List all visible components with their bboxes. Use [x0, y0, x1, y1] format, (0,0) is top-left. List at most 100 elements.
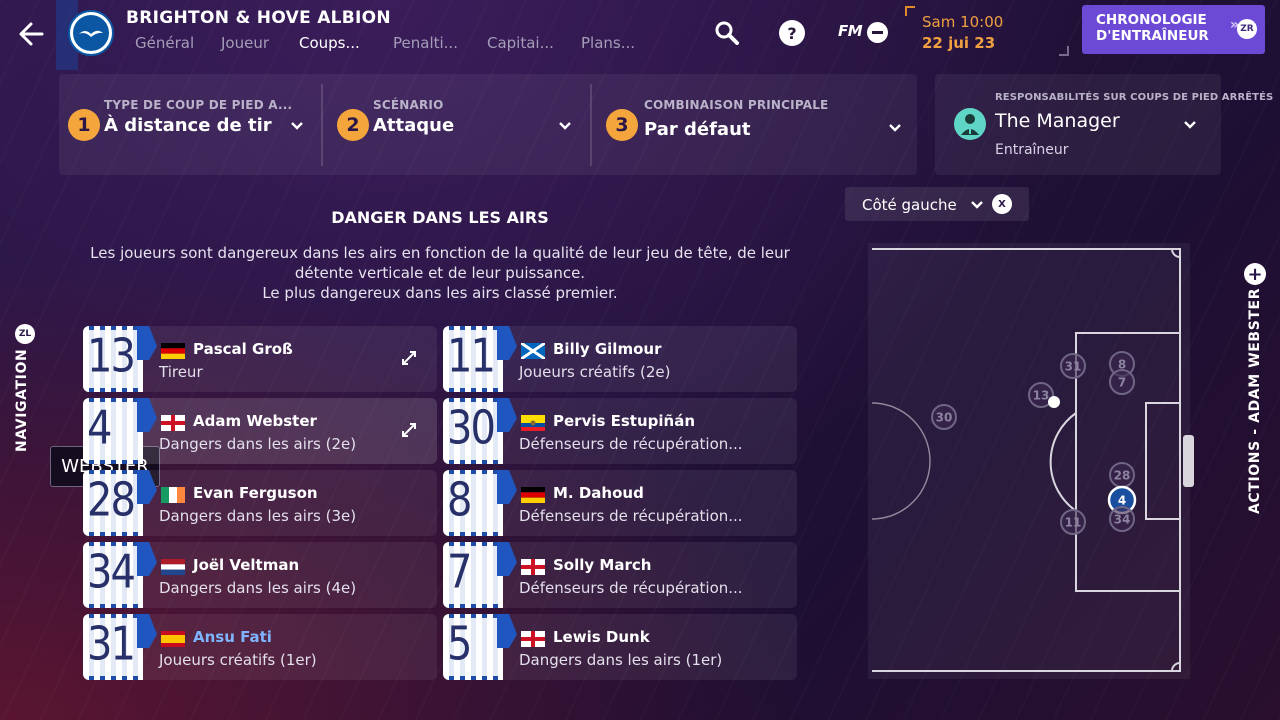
player-name[interactable]: Billy Gilmour: [553, 340, 661, 358]
player-role: Défenseurs de récupération...: [519, 507, 743, 525]
player-name[interactable]: Pascal Groß: [193, 340, 293, 358]
expand-icon[interactable]: [401, 422, 417, 438]
shirt-icon: 4: [83, 398, 159, 464]
pitch-diagram: 31 8 7 13 30 28 4 34 11: [868, 243, 1190, 679]
ecuador-flag-icon: [521, 415, 545, 431]
player-name[interactable]: Joël Veltman: [193, 556, 299, 574]
tab-penaltis[interactable]: Penalti...: [384, 34, 478, 52]
player-name[interactable]: Evan Ferguson: [193, 484, 318, 502]
player-name[interactable]: Solly March: [553, 556, 651, 574]
shirt-icon: 5: [443, 614, 519, 680]
clear-side-button[interactable]: X: [992, 194, 1012, 214]
tab-bar: Général Joueur Coups... Penalti... Capit…: [126, 34, 682, 52]
zl-badge[interactable]: ZL: [15, 324, 35, 344]
step-badge: 1: [68, 109, 100, 141]
player-card[interactable]: 34 Joël Veltman Dangers dans les airs (4e): [83, 542, 437, 608]
player-name[interactable]: Lewis Dunk: [553, 628, 650, 646]
combination-value: Par défaut: [644, 119, 751, 140]
help-icon[interactable]: ?: [779, 20, 805, 46]
player-marker-30[interactable]: 30: [931, 404, 957, 430]
section-desc-line: Les joueurs sont dangereux dans les airs…: [90, 244, 790, 262]
chevron-down-icon: [291, 122, 303, 130]
player-card[interactable]: 30 Pervis Estupiñán Défenseurs de récupéra…: [443, 398, 797, 464]
player-card[interactable]: 13 Pascal Groß Tireur: [83, 326, 437, 392]
pitch-scrollbar[interactable]: [1183, 435, 1194, 487]
corner-arc: [1171, 248, 1181, 258]
tab-coups[interactable]: Coups...: [290, 34, 384, 52]
shirt-icon: 7: [443, 542, 519, 608]
player-marker-number: 11: [1065, 516, 1082, 530]
player-marker-number: 13: [1033, 389, 1050, 403]
player-marker-number: 7: [1118, 376, 1126, 390]
player-card[interactable]: 8 M. Dahoud Défenseurs de récupération...: [443, 470, 797, 536]
main-combination-dropdown[interactable]: 3 COMBINAISON PRINCIPALE Par défaut: [605, 92, 910, 152]
player-role: Dangers dans les airs (3e): [159, 507, 357, 525]
shirt-icon: 8: [443, 470, 519, 536]
kick-type-dropdown[interactable]: 1 TYPE DE COUP DE PIED A... À distance d…: [67, 92, 312, 152]
chevron-down-icon: [971, 201, 983, 209]
divider: [590, 84, 592, 166]
current-date: 22 jui 23: [922, 34, 996, 52]
shirt-number: 5: [447, 618, 472, 671]
player-role: Joueurs créatifs (2e): [519, 363, 671, 381]
player-name[interactable]: Ansu Fati: [193, 628, 272, 646]
player-marker-number: 4: [1118, 494, 1126, 508]
player-card[interactable]: 11 Billy Gilmour Joueurs créatifs (2e): [443, 326, 797, 392]
club-name[interactable]: BRIGHTON & HOVE ALBION: [126, 8, 391, 28]
back-arrow-icon: [19, 22, 44, 46]
combination-label: COMBINAISON PRINCIPALE: [644, 98, 829, 112]
actions-panel-toggle[interactable]: ACTIONS - ADAM WEBSTER: [1247, 288, 1263, 514]
shirt-icon: 34: [83, 542, 159, 608]
back-button[interactable]: [14, 16, 50, 52]
player-marker-11[interactable]: 11: [1060, 509, 1086, 535]
shirt-number: 28: [87, 474, 136, 527]
fm-logo[interactable]: FM: [838, 22, 863, 40]
player-marker-34[interactable]: 34: [1109, 506, 1135, 532]
shirt-number: 7: [447, 546, 472, 599]
player-name[interactable]: M. Dahoud: [553, 484, 644, 502]
scenario-label: SCÉNARIO: [373, 98, 444, 112]
chevron-down-icon: [889, 124, 901, 132]
player-card[interactable]: 4 Adam Webster Dangers dans les airs (2e): [83, 398, 437, 464]
shirt-icon: 31: [83, 614, 159, 680]
shirt-number: 31: [87, 618, 136, 671]
scenario-dropdown[interactable]: 2 SCÉNARIO Attaque: [336, 92, 581, 152]
center-circle: [871, 402, 931, 520]
shirt-icon: 28: [83, 470, 159, 536]
plus-icon[interactable]: +: [1244, 263, 1266, 285]
step-badge: 2: [337, 109, 369, 141]
player-role: Dangers dans les airs (4e): [159, 579, 357, 597]
player-marker-7[interactable]: 7: [1109, 369, 1135, 395]
step-badge: 3: [606, 109, 638, 141]
player-name[interactable]: Adam Webster: [193, 412, 317, 430]
section-title: DANGER DANS LES AIRS: [331, 208, 549, 227]
coach-timeline-button[interactable]: CHRONOLOGIE D'ENTRAÎNEUR » ZR: [1082, 5, 1265, 54]
zr-badge: ZR: [1237, 19, 1257, 39]
player-card[interactable]: 5 Lewis Dunk Dangers dans les airs (1er): [443, 614, 797, 680]
shirt-number: 30: [447, 402, 496, 455]
player-card[interactable]: 31 Ansu Fati Joueurs créatifs (1er): [83, 614, 437, 680]
expand-icon[interactable]: [401, 350, 417, 366]
spain-flag-icon: [161, 631, 185, 647]
tab-capitaines[interactable]: Capitai...: [478, 34, 572, 52]
tab-general[interactable]: Général: [126, 34, 212, 52]
player-name[interactable]: Pervis Estupiñán: [553, 412, 695, 430]
germany-flag-icon: [521, 487, 545, 503]
player-card[interactable]: 28 Evan Ferguson Dangers dans les airs (3e…: [83, 470, 437, 536]
tab-joueur[interactable]: Joueur: [212, 34, 290, 52]
section-desc-line: détente verticale et de leur puissance.: [294, 264, 586, 282]
player-marker-31[interactable]: 31: [1060, 353, 1086, 379]
minus-icon[interactable]: [867, 22, 888, 43]
player-marker-28[interactable]: 28: [1109, 462, 1135, 488]
club-crest[interactable]: [68, 10, 114, 56]
search-icon[interactable]: [714, 20, 740, 46]
england-flag-icon: [521, 631, 545, 647]
tab-plans[interactable]: Plans...: [572, 34, 682, 52]
player-role: Dangers dans les airs (2e): [159, 435, 357, 453]
player-role: Dangers dans les airs (1er): [519, 651, 723, 669]
player-marker-number: 34: [1114, 513, 1131, 527]
player-card[interactable]: 7 Solly March Défenseurs de récupération..…: [443, 542, 797, 608]
navigation-toggle[interactable]: NAVIGATION: [14, 349, 30, 452]
section-description: Les joueurs sont dangereux dans les airs…: [80, 243, 800, 303]
chevron-down-icon[interactable]: [1183, 118, 1197, 132]
